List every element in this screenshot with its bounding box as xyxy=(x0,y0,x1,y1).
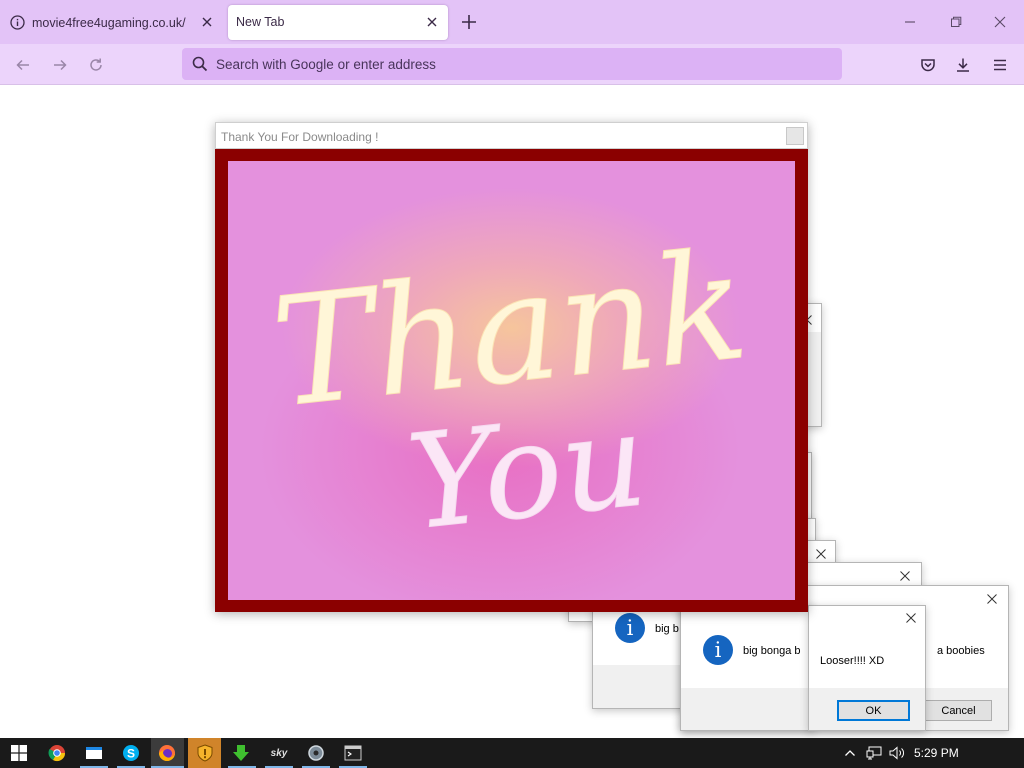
tab-new-tab[interactable]: New Tab xyxy=(228,5,448,40)
svg-text:sky: sky xyxy=(271,748,288,759)
info-icon: i xyxy=(615,613,645,643)
you-text: You xyxy=(401,383,652,559)
pocket-icon[interactable] xyxy=(914,51,942,79)
popup-titlebar: Thank You For Downloading ! xyxy=(215,122,808,149)
taskbar: S sky 5:29 PM xyxy=(0,738,1024,768)
back-icon[interactable] xyxy=(9,51,37,79)
message-dialog: i big bonga b xyxy=(680,605,814,731)
tab-label: movie4free4ugaming.co.uk/ xyxy=(32,16,186,30)
popup-title: Thank You For Downloading ! xyxy=(221,130,379,144)
restore-icon[interactable] xyxy=(942,8,970,36)
dialog-message: big b xyxy=(655,623,679,635)
windows-start-icon[interactable] xyxy=(8,742,30,764)
taskbar-clock[interactable]: 5:29 PM xyxy=(914,746,959,760)
dialog-message: a boobies xyxy=(937,645,985,657)
close-icon[interactable] xyxy=(903,610,919,626)
cancel-button[interactable]: Cancel xyxy=(925,700,992,721)
chevron-up-icon[interactable] xyxy=(839,742,861,764)
download-manager-icon[interactable] xyxy=(230,742,252,764)
dialog-footer xyxy=(681,688,813,730)
close-icon[interactable] xyxy=(813,546,829,562)
thank-you-popup: Thank You For Downloading ! Thank You xyxy=(215,122,808,612)
skype-icon[interactable]: S xyxy=(120,742,142,764)
plus-icon[interactable] xyxy=(460,13,478,31)
minimize-icon[interactable] xyxy=(896,8,924,36)
reload-icon[interactable] xyxy=(82,51,110,79)
firefox-icon[interactable] xyxy=(156,742,178,764)
tab-movie4free[interactable]: movie4free4ugaming.co.uk/ xyxy=(0,5,222,40)
tab-bar: movie4free4ugaming.co.uk/ New Tab xyxy=(0,0,1024,44)
svg-text:S: S xyxy=(127,747,135,761)
forward-icon[interactable] xyxy=(46,51,74,79)
terminal-icon[interactable] xyxy=(342,742,364,764)
close-icon[interactable] xyxy=(897,568,913,584)
tab-label: New Tab xyxy=(236,15,285,29)
thank-you-image: Thank You xyxy=(228,161,795,600)
navigation-bar: Search with Google or enter address xyxy=(0,44,1024,85)
search-icon xyxy=(192,56,208,72)
looser-dialog: Looser!!!! XD OK xyxy=(808,605,926,731)
menu-icon[interactable] xyxy=(986,51,1014,79)
info-icon: i xyxy=(703,635,733,665)
settings-icon[interactable] xyxy=(305,742,327,764)
close-icon[interactable] xyxy=(986,8,1014,36)
network-icon[interactable] xyxy=(863,742,885,764)
info-icon xyxy=(10,15,25,30)
chrome-icon[interactable] xyxy=(46,742,68,764)
address-bar[interactable]: Search with Google or enter address xyxy=(182,48,842,80)
close-button[interactable] xyxy=(786,127,804,145)
dialog-message: big bonga b xyxy=(743,645,801,657)
download-icon[interactable] xyxy=(949,51,977,79)
volume-icon[interactable] xyxy=(887,742,909,764)
address-placeholder: Search with Google or enter address xyxy=(216,57,436,72)
file-explorer-icon[interactable] xyxy=(83,742,105,764)
close-icon[interactable] xyxy=(423,13,441,31)
dialog-message: Looser!!!! XD xyxy=(820,655,885,667)
security-shield-icon[interactable] xyxy=(194,742,216,764)
ok-button[interactable]: OK xyxy=(837,700,910,721)
sky-icon[interactable]: sky xyxy=(268,742,290,764)
close-icon[interactable] xyxy=(984,591,1000,607)
close-icon[interactable] xyxy=(198,13,216,31)
